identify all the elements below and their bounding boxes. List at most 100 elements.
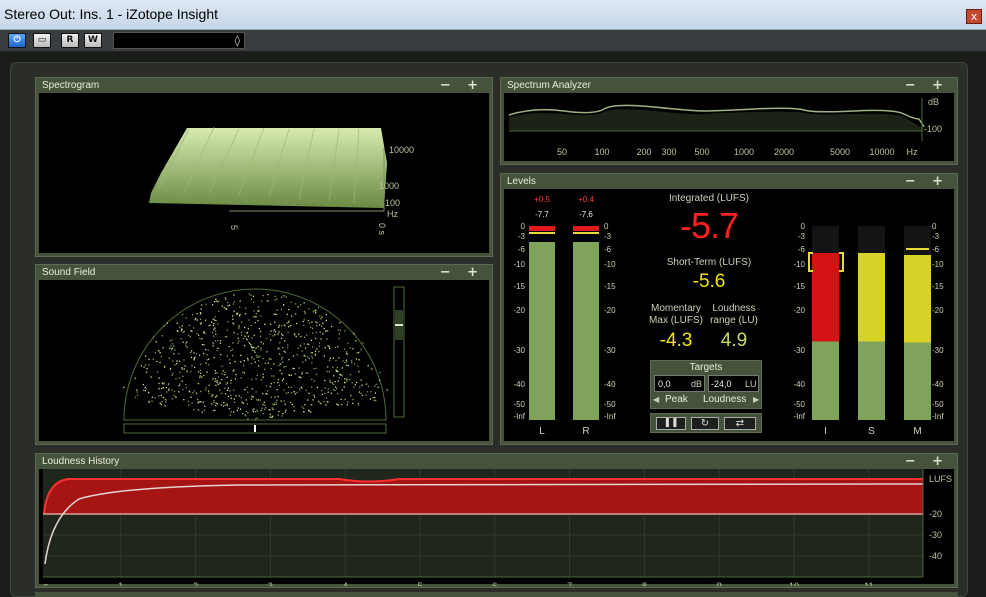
- loudness-history-panel-controls[interactable]: − +: [905, 454, 949, 469]
- levels-panel: Levels − + +0.5 +0.4 -7.7 -7.6 L R 0 -3 -6…: [500, 173, 958, 445]
- peak-target-value: 0,0: [658, 379, 671, 389]
- integrated-fill: [812, 253, 839, 420]
- scale-tick: 0: [800, 222, 805, 231]
- integrated-value: -5.7: [679, 205, 739, 246]
- integrated-meter-label: I: [824, 426, 827, 437]
- history-x-tick: 11: [864, 581, 873, 586]
- peak-target-field[interactable]: 0,0 dB: [654, 375, 705, 392]
- scale-tick: -40: [513, 380, 525, 389]
- scale-tick: -40: [793, 380, 805, 389]
- spectrum-display: 50 100 200 300 500 1000 2000 5000 10000 Hz dB -10…: [504, 93, 954, 161]
- scale-tick: -10: [932, 260, 944, 269]
- history-y-tick: -40: [929, 551, 942, 561]
- targets-title: Targets: [689, 362, 723, 373]
- loudness-scale-right: 0 -3 -6 -10 -15 -20 -30 -40 -50 -Inf: [932, 222, 948, 421]
- soundfield-title: Sound Field: [42, 267, 96, 278]
- scale-tick: -Inf: [793, 412, 805, 421]
- scale-tick: -6: [797, 245, 805, 254]
- left-level-meter: [529, 226, 555, 420]
- close-button[interactable]: x: [966, 9, 982, 24]
- spectrum-panel-controls[interactable]: − +: [905, 78, 949, 93]
- power-button[interactable]: ⏻: [8, 33, 26, 48]
- peak-target-unit: dB: [691, 379, 703, 389]
- scale-tick: -20: [604, 306, 616, 315]
- short-term-label: Short-Term (LUFS): [666, 257, 752, 268]
- loudness-scale-left: 0 -3 -6 -10 -15 -20 -30 -40 -50 -Inf: [789, 222, 805, 421]
- integrated-range-bracket: [839, 252, 844, 272]
- scale-tick: -6: [604, 245, 612, 254]
- right-level-fill: [573, 241, 599, 420]
- scale-tick: -3: [932, 232, 940, 241]
- spectrum-x-tick: 50: [557, 147, 567, 157]
- history-x-tick: 8: [642, 581, 647, 586]
- short-term-meter-label: S: [868, 426, 875, 437]
- levels-panel-controls[interactable]: − +: [905, 174, 949, 189]
- short-term-meter: [858, 226, 885, 420]
- preset-dropdown-icon[interactable]: ◊: [235, 34, 240, 47]
- history-x-tick: 6: [492, 581, 497, 586]
- short-term-fill: [858, 253, 885, 420]
- spectrogram-panel-controls[interactable]: − +: [440, 78, 484, 93]
- scale-tick: -10: [604, 260, 616, 269]
- scale-tick: -Inf: [604, 412, 616, 421]
- left-peak-hold: [529, 232, 555, 234]
- scale-tick: -10: [513, 260, 525, 269]
- scale-tick: -20: [932, 306, 944, 315]
- spectrum-x-tick: 500: [694, 147, 709, 157]
- right-level-meter: [573, 226, 599, 420]
- scale-tick: -15: [793, 282, 805, 291]
- write-automation-button[interactable]: W: [84, 33, 102, 48]
- left-channel-label: L: [539, 426, 545, 437]
- level-scale-right: 0 -3 -6 -10 -15 -20 -30 -40 -50 -Inf: [604, 222, 620, 421]
- read-automation-button[interactable]: R: [61, 33, 79, 48]
- spectrogram-freq-label: 10000: [389, 145, 414, 155]
- loudness-history-panel: Loudness History − + s 1 2 3 4 5 6 7 8 9 10 11 LUFS…: [35, 453, 958, 591]
- momentary-fill: [904, 255, 931, 420]
- left-peak-value: +0.5: [534, 195, 550, 204]
- plugin-toolbar: ⏻ ▭ R W ◊: [0, 30, 986, 52]
- scale-tick: -6: [932, 245, 940, 254]
- target-right-arrow[interactable]: ▶: [753, 395, 759, 404]
- scale-tick: -20: [793, 306, 805, 315]
- left-level-fill: [529, 241, 555, 420]
- correlation-meter: [393, 286, 405, 418]
- scale-tick: -30: [932, 346, 944, 355]
- spectrum-x-tick: 100: [594, 147, 609, 157]
- scale-tick: -50: [793, 400, 805, 409]
- integrated-meter: [812, 226, 839, 420]
- scale-tick: -50: [604, 400, 616, 409]
- scale-tick: -15: [604, 282, 616, 291]
- peak-target-label: Peak: [665, 394, 688, 405]
- spectrum-title: Spectrum Analyzer: [507, 80, 591, 91]
- preset-field[interactable]: ◊: [113, 32, 245, 49]
- reset-button[interactable]: ↻: [691, 417, 719, 430]
- scale-tick: 0: [604, 222, 609, 231]
- scale-tick: -30: [513, 346, 525, 355]
- soundfield-panel: Sound Field − +: [35, 264, 493, 445]
- loudness-target-label: Loudness: [703, 394, 747, 405]
- bypass-button[interactable]: ▭: [33, 33, 51, 48]
- history-x-tick: 5: [417, 581, 422, 586]
- spectrogram-time-label: 5: [229, 225, 239, 230]
- pause-button[interactable]: ❚❚: [656, 417, 686, 430]
- soundfield-particles: [123, 293, 388, 420]
- pause-icon: ❚❚: [663, 418, 679, 428]
- scale-tick: -40: [932, 380, 944, 389]
- right-rms-value: -7.6: [579, 210, 593, 219]
- scale-tick: -3: [604, 232, 612, 241]
- spectrum-db-tick: -100: [924, 124, 942, 134]
- balance-indicator: [254, 425, 256, 432]
- target-left-arrow[interactable]: ◀: [653, 395, 659, 404]
- loudness-target-field[interactable]: -24,0 LU: [708, 375, 759, 392]
- spectrum-db-label: dB: [928, 97, 939, 107]
- spectrum-x-tick: 1000: [734, 147, 754, 157]
- soundfield-panel-controls[interactable]: − +: [440, 265, 484, 280]
- soundfield-dome: [123, 288, 387, 421]
- momentary-value: -4.3: [659, 330, 693, 351]
- loop-button[interactable]: ⇄: [724, 417, 756, 430]
- scale-tick: -15: [513, 282, 525, 291]
- scale-tick: -15: [932, 282, 944, 291]
- history-y-tick: LUFS: [929, 474, 952, 484]
- scale-tick: -50: [513, 400, 525, 409]
- spectrogram-surface: [149, 128, 387, 208]
